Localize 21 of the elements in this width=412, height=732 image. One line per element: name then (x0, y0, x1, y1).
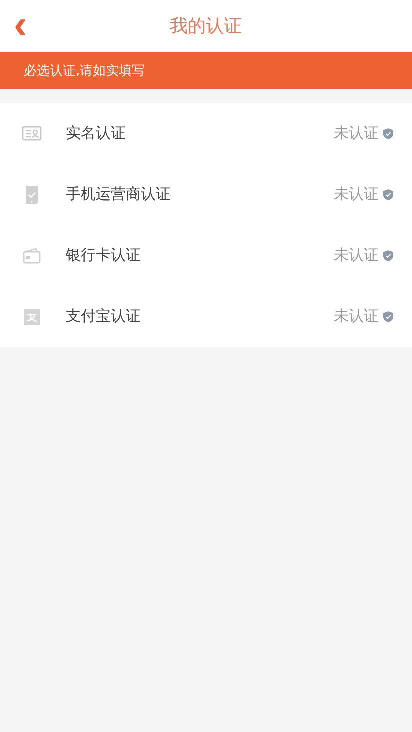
shield-check-icon (383, 310, 394, 322)
bank-card-icon (22, 246, 42, 266)
item-label: 手机运营商认证 (66, 185, 172, 204)
shield-check-icon (383, 250, 394, 262)
status-label: 未认证 (334, 185, 379, 204)
status-label: 未认证 (334, 246, 379, 265)
status-label: 未认证 (334, 307, 379, 326)
id-card-icon (22, 124, 42, 144)
verification-item[interactable]: 实名认证 未认证 (0, 103, 412, 164)
status-label: 未认证 (334, 124, 379, 143)
shield-check-icon (383, 128, 394, 140)
verification-item[interactable]: 手机运营商认证 未认证 (0, 164, 412, 225)
notice-banner: 必选认证,请如实填写 (0, 52, 412, 89)
item-label: 支付宝认证 (66, 307, 142, 326)
item-label: 银行卡认证 (66, 246, 142, 265)
page-title: 我的认证 (170, 15, 242, 38)
verification-item[interactable]: 银行卡认证 未认证 (0, 225, 412, 286)
payment-icon (22, 306, 42, 326)
shield-check-icon (383, 188, 394, 200)
item-label: 实名认证 (66, 124, 127, 143)
verification-item[interactable]: 支付宝认证 未认证 (0, 286, 412, 347)
